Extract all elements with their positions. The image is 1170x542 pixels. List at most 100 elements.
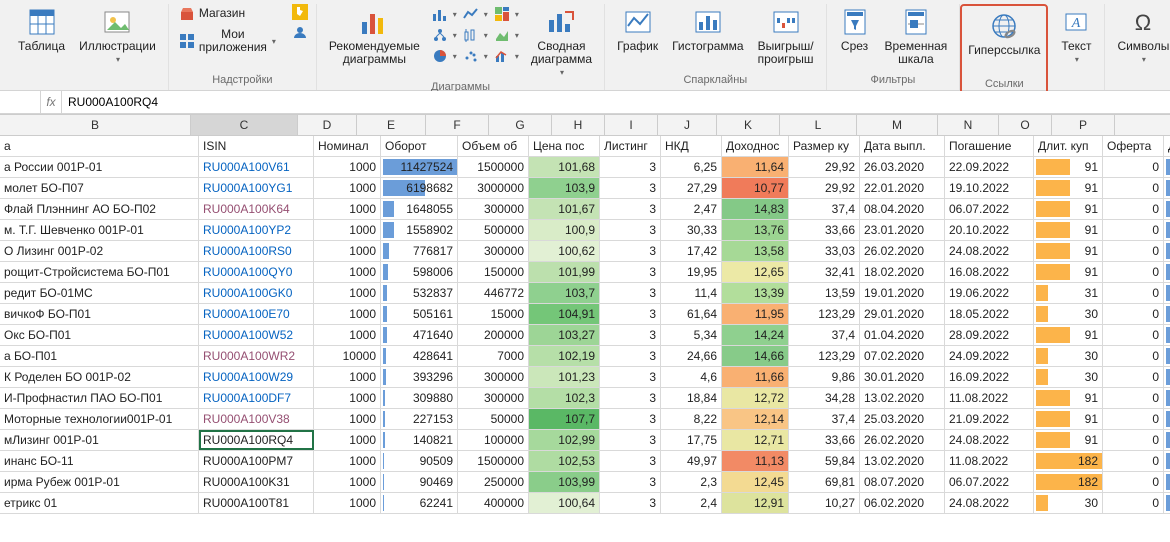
cell[interactable]: редит БО-01МС xyxy=(0,283,199,303)
cell[interactable]: 6,25 xyxy=(661,157,722,177)
cell[interactable]: 11,4 xyxy=(661,283,722,303)
cell[interactable]: 8,22 xyxy=(661,409,722,429)
cell[interactable]: 3 xyxy=(600,346,661,366)
header-cell[interactable]: а xyxy=(0,136,199,156)
cell[interactable]: 428641 xyxy=(381,346,458,366)
cell[interactable]: RU000A100WR2 xyxy=(199,346,314,366)
cell[interactable]: RU000A100RQ4 xyxy=(199,430,314,450)
header-cell[interactable]: Дата выпл. xyxy=(860,136,945,156)
hier-chart-btn[interactable]: ▾ xyxy=(430,25,459,45)
cell[interactable]: 62241 xyxy=(381,493,458,513)
cell[interactable]: RU000A100PM7 xyxy=(199,451,314,471)
col-header-K[interactable]: K xyxy=(717,115,780,135)
cell[interactable]: 300000 xyxy=(458,367,529,387)
cell[interactable]: 91 xyxy=(1034,409,1103,429)
cell[interactable]: 200000 xyxy=(458,325,529,345)
cell[interactable]: 91 xyxy=(1034,262,1103,282)
cell[interactable]: 483 xyxy=(1164,304,1170,324)
cell[interactable]: 182 xyxy=(1034,451,1103,471)
cell[interactable]: 505161 xyxy=(381,304,458,324)
cell[interactable]: 446772 xyxy=(458,283,529,303)
cell[interactable]: 61,64 xyxy=(661,304,722,324)
cell[interactable]: 24.08.2022 xyxy=(945,241,1034,261)
cell[interactable]: RU000A100T81 xyxy=(199,493,314,513)
cell[interactable]: 08.04.2020 xyxy=(860,199,945,219)
cell[interactable]: 1558902 xyxy=(381,220,458,240)
cell[interactable]: 1000 xyxy=(314,262,381,282)
cell[interactable]: 3 xyxy=(600,325,661,345)
col-header-O[interactable]: O xyxy=(999,115,1052,135)
pie-chart-btn[interactable]: ▾ xyxy=(430,46,459,66)
cell[interactable]: 91 xyxy=(1034,325,1103,345)
cell[interactable]: 24.08.2022 xyxy=(945,493,1034,513)
cell[interactable]: 123,29 xyxy=(789,304,860,324)
col-header-L[interactable]: L xyxy=(780,115,857,135)
slicer-button[interactable]: Срез xyxy=(835,4,875,55)
cell[interactable]: RU000A100W52 xyxy=(199,325,314,345)
cell[interactable]: 1000 xyxy=(314,304,381,324)
header-cell[interactable]: Объем об xyxy=(458,136,529,156)
cell[interactable]: 0 xyxy=(1103,472,1164,492)
cell[interactable]: 23.01.2020 xyxy=(860,220,945,240)
cell[interactable]: 30 xyxy=(1034,367,1103,387)
cell[interactable]: 532837 xyxy=(381,283,458,303)
cell[interactable]: 0 xyxy=(1103,241,1164,261)
cell[interactable]: 1000 xyxy=(314,220,381,240)
cell[interactable]: 101,99 xyxy=(529,262,600,282)
cell[interactable]: 758 xyxy=(1164,241,1170,261)
cell[interactable]: 500000 xyxy=(458,220,529,240)
cell[interactable]: 19,95 xyxy=(661,262,722,282)
cell[interactable]: 12,45 xyxy=(722,472,789,492)
cell[interactable]: 489 xyxy=(1164,367,1170,387)
cell[interactable]: 807 xyxy=(1164,430,1170,450)
cell[interactable]: 3 xyxy=(600,409,661,429)
hyperlink-button[interactable]: Гиперссылка xyxy=(964,8,1044,59)
sparkline-line-button[interactable]: График xyxy=(613,4,662,55)
bar-chart-btn[interactable]: ▾ xyxy=(430,4,459,24)
cell[interactable]: 309880 xyxy=(381,388,458,408)
cell[interactable]: 1000 xyxy=(314,325,381,345)
header-cell[interactable]: Дюрация xyxy=(1164,136,1170,156)
cell[interactable]: 1000 xyxy=(314,472,381,492)
cell[interactable]: 803 xyxy=(1164,262,1170,282)
cell[interactable]: 9,86 xyxy=(789,367,860,387)
cell[interactable]: 08.07.2020 xyxy=(860,472,945,492)
cell[interactable]: 5,34 xyxy=(661,325,722,345)
cell[interactable]: 3 xyxy=(600,304,661,324)
cell[interactable]: 103,7 xyxy=(529,283,600,303)
cell[interactable]: 670 xyxy=(1164,199,1170,219)
cell[interactable]: 2,3 xyxy=(661,472,722,492)
cell[interactable]: 102,53 xyxy=(529,451,600,471)
header-cell[interactable]: Оборот xyxy=(381,136,458,156)
cell[interactable]: мЛизинг 001Р-01 xyxy=(0,430,199,450)
cell[interactable]: 2,47 xyxy=(661,199,722,219)
cell[interactable]: 1000 xyxy=(314,430,381,450)
cell[interactable]: 3 xyxy=(600,199,661,219)
cell[interactable]: 91 xyxy=(1034,178,1103,198)
cell[interactable]: 11427524 xyxy=(381,157,458,177)
cell[interactable]: Флай Плэннинг АО БО-П02 xyxy=(0,199,199,219)
cell[interactable]: 14,66 xyxy=(722,346,789,366)
cell[interactable]: 30.01.2020 xyxy=(860,367,945,387)
text-button[interactable]: AТекст▾ xyxy=(1056,4,1096,66)
cell[interactable]: 826 xyxy=(1164,409,1170,429)
col-header-F[interactable]: F xyxy=(426,115,489,135)
cell[interactable]: 11,95 xyxy=(722,304,789,324)
isin-link[interactable]: RU000A100YG1 xyxy=(203,181,292,195)
cell[interactable]: 18.02.2020 xyxy=(860,262,945,282)
cell[interactable]: 11,66 xyxy=(722,367,789,387)
cell[interactable]: 49,97 xyxy=(661,451,722,471)
cell[interactable]: 16.08.2022 xyxy=(945,262,1034,282)
col-header-I[interactable]: I xyxy=(605,115,658,135)
cell[interactable]: 1000 xyxy=(314,451,381,471)
cell[interactable]: Окс БО-П01 xyxy=(0,325,199,345)
cell[interactable]: а БО-П01 xyxy=(0,346,199,366)
cell[interactable]: 91 xyxy=(1034,241,1103,261)
sparkline-winloss-button[interactable]: Выигрыш/ проигрыш xyxy=(754,4,818,68)
col-header-J[interactable]: J xyxy=(658,115,717,135)
header-cell[interactable]: Длит. куп xyxy=(1034,136,1103,156)
cell[interactable]: О Лизинг 001Р-02 xyxy=(0,241,199,261)
cell[interactable]: м. Т.Г. Шевченко 001Р-01 xyxy=(0,220,199,240)
cell[interactable]: 11.08.2022 xyxy=(945,388,1034,408)
cell[interactable]: 1500000 xyxy=(458,157,529,177)
